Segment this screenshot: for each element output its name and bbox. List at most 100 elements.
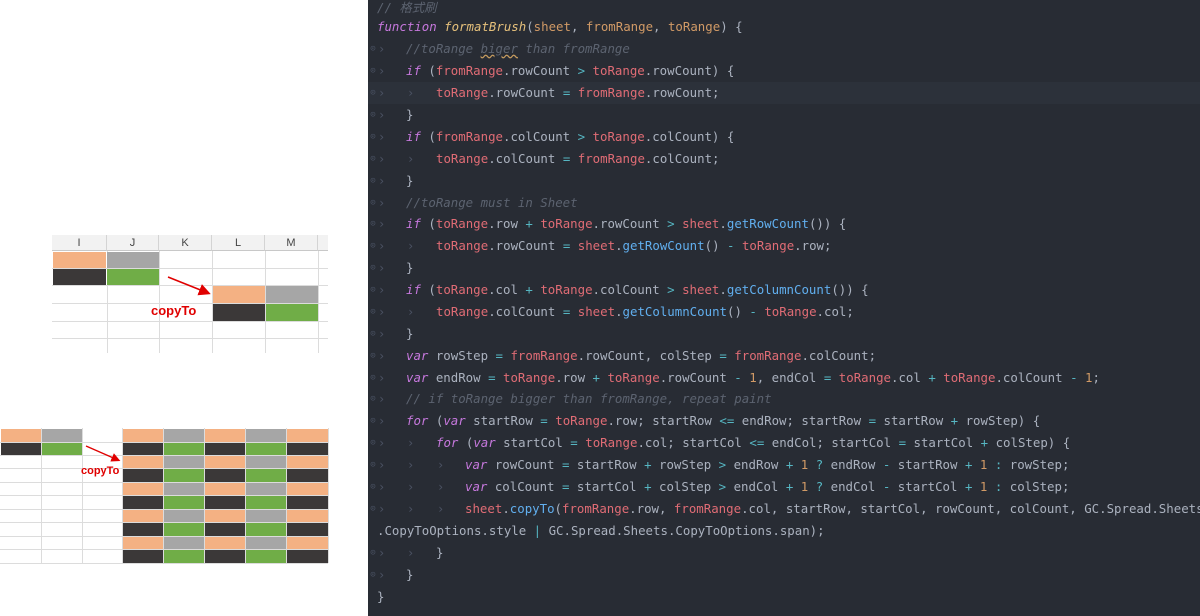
fold-marker-icon[interactable]: ⊙ <box>368 126 378 148</box>
top-spreadsheet-example: I J K L M copyTo <box>52 235 328 353</box>
code-line[interactable]: } <box>368 586 1200 608</box>
code-token: = <box>868 413 877 428</box>
code-token: if <box>406 129 429 144</box>
code-line[interactable]: ⊙ › › toRange.colCount = sheet.getColumnCou… <box>368 301 1200 323</box>
code-line[interactable]: ⊙ › for (var startRow = toRange.row; start… <box>368 410 1200 432</box>
code-token: .rowCount <box>592 216 668 231</box>
pasted-cell-dark <box>287 523 328 536</box>
code-editor[interactable]: // 格式刷 function formatBrush(sheet, fromRa… <box>368 0 1200 616</box>
code-token: () <box>704 238 727 253</box>
code-token: sheet <box>682 216 720 231</box>
code-token: } <box>406 567 414 582</box>
code-token: formatBrush <box>444 19 527 34</box>
pasted-cell-dark <box>205 496 245 509</box>
code-token: 1 <box>749 370 757 385</box>
fold-marker-icon[interactable]: ⊙ <box>368 367 378 389</box>
code-token: + <box>525 282 533 297</box>
pasted-cell-dark <box>287 550 328 563</box>
pasted-cell-green <box>246 469 286 482</box>
code-token: .rowCount, colStep <box>577 348 720 363</box>
code-token: ( <box>428 216 436 231</box>
code-token: .colCount; <box>801 348 877 363</box>
code-line[interactable]: ⊙ › var rowStep = fromRange.rowCount, colS… <box>368 345 1200 367</box>
code-token: .row, <box>629 501 674 516</box>
code-line[interactable]: ⊙ › if (toRange.col + toRange.colCount > s… <box>368 279 1200 301</box>
code-token: sheet <box>577 238 616 253</box>
fold-marker-icon[interactable]: ⊙ <box>368 192 378 214</box>
fold-marker-icon[interactable]: ⊙ <box>368 235 378 257</box>
code-token: sheet <box>533 19 571 34</box>
code-token: colStep <box>651 479 719 494</box>
pasted-cell-orange <box>205 537 245 549</box>
fold-marker-icon[interactable]: ⊙ <box>368 564 378 586</box>
fold-marker-icon[interactable]: ⊙ <box>368 323 378 345</box>
code-token: toRange <box>435 216 489 231</box>
code-text: //toRange must in Sheet <box>406 192 578 214</box>
code-token: <= <box>719 413 735 428</box>
code-line[interactable]: ⊙ ›} <box>368 170 1200 192</box>
fold-marker-icon[interactable]: ⊙ <box>368 279 378 301</box>
code-token: | <box>533 523 542 538</box>
code-line[interactable]: ⊙ › //toRange biger than fromRange <box>368 38 1200 60</box>
code-line[interactable]: ⊙ › //toRange must in Sheet <box>368 192 1200 214</box>
fold-marker-icon[interactable]: ⊙ <box>368 213 378 235</box>
code-line[interactable]: ⊙ ›} <box>368 104 1200 126</box>
fold-marker-icon[interactable]: ⊙ <box>368 454 378 476</box>
code-token: + <box>644 479 652 494</box>
code-token: rowStep; <box>1002 457 1070 472</box>
code-line[interactable]: ⊙ › var endRow = toRange.row + toRange.row… <box>368 367 1200 389</box>
indent-guide-icon: › <box>378 546 386 560</box>
code-token: + <box>950 413 959 428</box>
code-token: .colCount <box>488 151 563 166</box>
code-token: } <box>406 260 414 275</box>
code-line[interactable]: ⊙ › › › sheet.copyTo(fromRange.row, fromRang… <box>368 498 1200 520</box>
code-text: var rowStep = fromRange.rowCount, colSte… <box>406 345 876 367</box>
code-token: toRange <box>435 282 489 297</box>
fold-marker-icon[interactable]: ⊙ <box>368 476 378 498</box>
fold-marker-icon[interactable]: ⊙ <box>368 60 378 82</box>
pasted-cell-gray <box>246 537 286 549</box>
fold-marker-icon[interactable]: ⊙ <box>368 301 378 323</box>
column-header-m: M <box>265 235 318 251</box>
code-line[interactable]: .CopyToOptions.style | GC.Spread.Sheets.… <box>368 520 1200 542</box>
fold-marker-icon[interactable]: ⊙ <box>368 170 378 192</box>
code-line[interactable]: ⊙ ›} <box>368 323 1200 345</box>
code-line[interactable]: ⊙ › › toRange.rowCount = sheet.getRowCount(… <box>368 235 1200 257</box>
pasted-cell-gray <box>164 510 204 522</box>
fold-marker-icon[interactable]: ⊙ <box>368 388 378 410</box>
code-line[interactable]: ⊙ › // if toRange bigger than fromRange, r… <box>368 388 1200 410</box>
fold-marker-icon[interactable]: ⊙ <box>368 542 378 564</box>
code-line[interactable]: ⊙ ›} <box>368 257 1200 279</box>
code-line[interactable]: ⊙ › if (fromRange.rowCount > toRange.rowCo… <box>368 60 1200 82</box>
code-token: startCol <box>503 435 571 450</box>
fold-marker-icon[interactable]: ⊙ <box>368 410 378 432</box>
code-token: fromRange <box>577 85 645 100</box>
fold-marker-icon[interactable]: ⊙ <box>368 38 378 60</box>
fold-marker-icon[interactable]: ⊙ <box>368 82 378 104</box>
code-line[interactable]: ⊙ › › › var rowCount = startRow + rowStep > … <box>368 454 1200 476</box>
code-line[interactable]: ⊙ › if (toRange.row + toRange.rowCount > s… <box>368 213 1200 235</box>
fold-marker-icon[interactable]: ⊙ <box>368 498 378 520</box>
code-token: .rowCount <box>488 238 563 253</box>
fold-marker-icon[interactable]: ⊙ <box>368 257 378 279</box>
code-token: endCol <box>823 479 883 494</box>
fold-marker-icon[interactable]: ⊙ <box>368 345 378 367</box>
code-line[interactable]: ⊙ › › toRange.rowCount = fromRange.rowCount… <box>368 82 1200 104</box>
fold-marker-icon[interactable]: ⊙ <box>368 104 378 126</box>
code-line[interactable]: ⊙ › › › var colCount = startCol + colStep > … <box>368 476 1200 498</box>
code-token: var <box>406 348 436 363</box>
code-line[interactable]: ⊙ ›} <box>368 564 1200 586</box>
code-token: = <box>719 348 727 363</box>
fold-marker-icon[interactable]: ⊙ <box>368 148 378 170</box>
code-token: + <box>980 435 989 450</box>
pasted-cell-gray <box>164 483 204 495</box>
code-line[interactable]: ⊙ › › for (var startCol = toRange.col; star… <box>368 432 1200 454</box>
code-line[interactable]: ⊙ › › toRange.colCount = fromRange.colCount… <box>368 148 1200 170</box>
code-line[interactable]: function formatBrush(sheet, fromRange, t… <box>368 16 1200 38</box>
fold-marker-icon[interactable]: ⊙ <box>368 432 378 454</box>
code-line[interactable]: ⊙ › ›} <box>368 542 1200 564</box>
code-line[interactable]: ⊙ › if (fromRange.colCount > toRange.colCo… <box>368 126 1200 148</box>
